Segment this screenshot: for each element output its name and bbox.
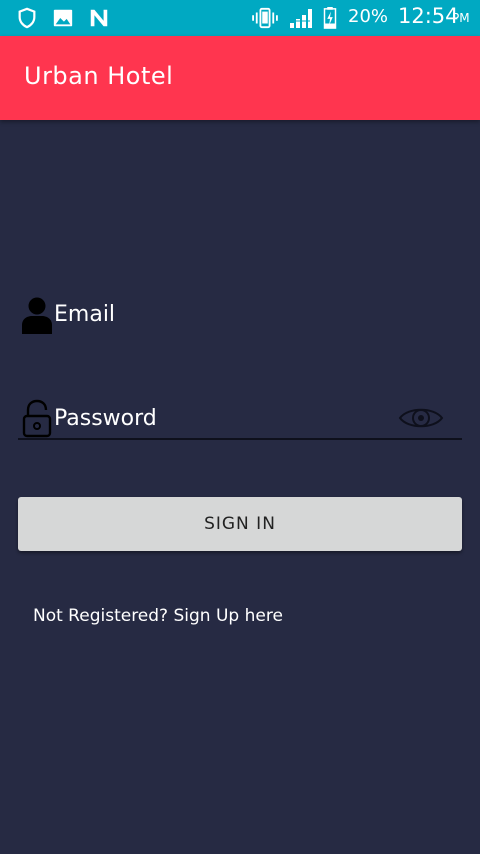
battery-charging-icon: [323, 7, 337, 29]
app-bar: Urban Hotel: [0, 36, 480, 120]
password-underline: [18, 438, 462, 440]
clock-ampm: PM: [452, 11, 470, 25]
password-field[interactable]: Password: [18, 396, 462, 442]
sign-up-link[interactable]: Not Registered? Sign Up here: [33, 606, 283, 626]
status-bar: 20% 12:54 PM: [0, 0, 480, 36]
clock-time: 12:54: [398, 4, 459, 28]
image-icon: [53, 9, 73, 27]
vibrate-icon: [252, 7, 278, 29]
app-title: Urban Hotel: [24, 62, 174, 90]
email-label: Email: [54, 302, 116, 327]
eye-icon[interactable]: [398, 402, 444, 434]
battery-percent: 20%: [348, 6, 389, 27]
signal-icon: [290, 9, 312, 28]
shield-icon: [18, 7, 36, 29]
email-field[interactable]: Email: [18, 292, 462, 342]
sign-in-button[interactable]: SIGN IN: [18, 497, 462, 551]
lock-icon: [22, 399, 52, 438]
password-label: Password: [54, 406, 157, 431]
n-notification-icon: [90, 9, 108, 27]
person-icon: [22, 297, 52, 334]
